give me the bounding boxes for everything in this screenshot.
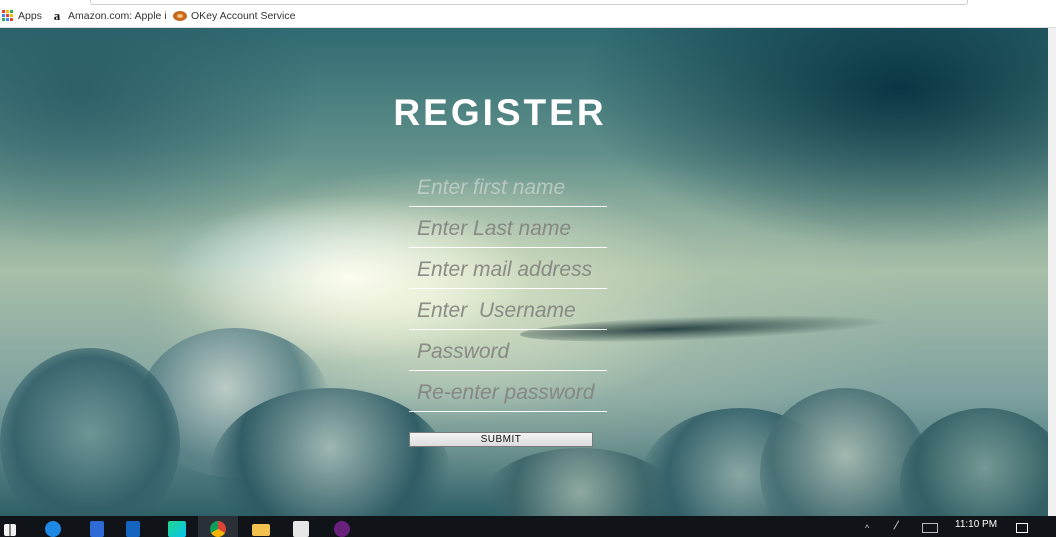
username-field[interactable]: [409, 292, 607, 330]
bookmark-amazon[interactable]: a Amazon.com: Apple i: [51, 8, 167, 24]
windows-start-icon[interactable]: [4, 524, 16, 536]
chevron-up-icon[interactable]: ^: [865, 523, 877, 533]
confirm-password-field[interactable]: [409, 374, 607, 412]
shopping-bag-icon[interactable]: [293, 521, 309, 537]
apps-grid-icon: [2, 10, 14, 22]
clock[interactable]: 11:10 PM: [955, 519, 997, 530]
first-name-field[interactable]: [409, 169, 607, 207]
chrome-icon[interactable]: [210, 521, 226, 537]
bookmark-label: Apps: [18, 10, 42, 22]
pen-icon[interactable]: [893, 520, 910, 536]
cloud-decoration: [900, 408, 1048, 516]
bookmark-label: Amazon.com: Apple i: [68, 10, 167, 22]
outlook-icon[interactable]: [126, 521, 140, 537]
bookmarks-bar: Apps a Amazon.com: Apple i OKey Account …: [0, 0, 1056, 28]
address-bar[interactable]: [90, 0, 968, 5]
browser-window: Apps a Amazon.com: Apple i OKey Account …: [0, 0, 1056, 537]
file-explorer-icon[interactable]: [252, 524, 270, 536]
webstorm-icon[interactable]: [168, 521, 186, 537]
amazon-icon: a: [53, 8, 61, 23]
bookmark-okey[interactable]: OKey Account Service: [173, 8, 295, 24]
notifications-icon[interactable]: [1016, 523, 1028, 533]
keyboard-icon[interactable]: [922, 523, 938, 533]
taskbar: ^ 11:10 PM: [0, 516, 1056, 537]
page-background: REGISTER SUBMIT: [0, 28, 1048, 516]
visual-studio-icon[interactable]: [334, 521, 350, 537]
last-name-field[interactable]: [409, 210, 607, 248]
bookmark-label: OKey Account Service: [191, 10, 296, 22]
store-icon[interactable]: [90, 521, 104, 537]
edge-icon[interactable]: [45, 521, 61, 537]
page-title: REGISTER: [393, 92, 607, 133]
okey-icon: [173, 11, 187, 21]
bookmark-apps[interactable]: Apps: [2, 8, 42, 24]
scrollbar[interactable]: [1048, 28, 1056, 516]
submit-button[interactable]: SUBMIT: [409, 432, 593, 447]
password-field[interactable]: [409, 333, 607, 371]
email-field[interactable]: [409, 251, 607, 289]
